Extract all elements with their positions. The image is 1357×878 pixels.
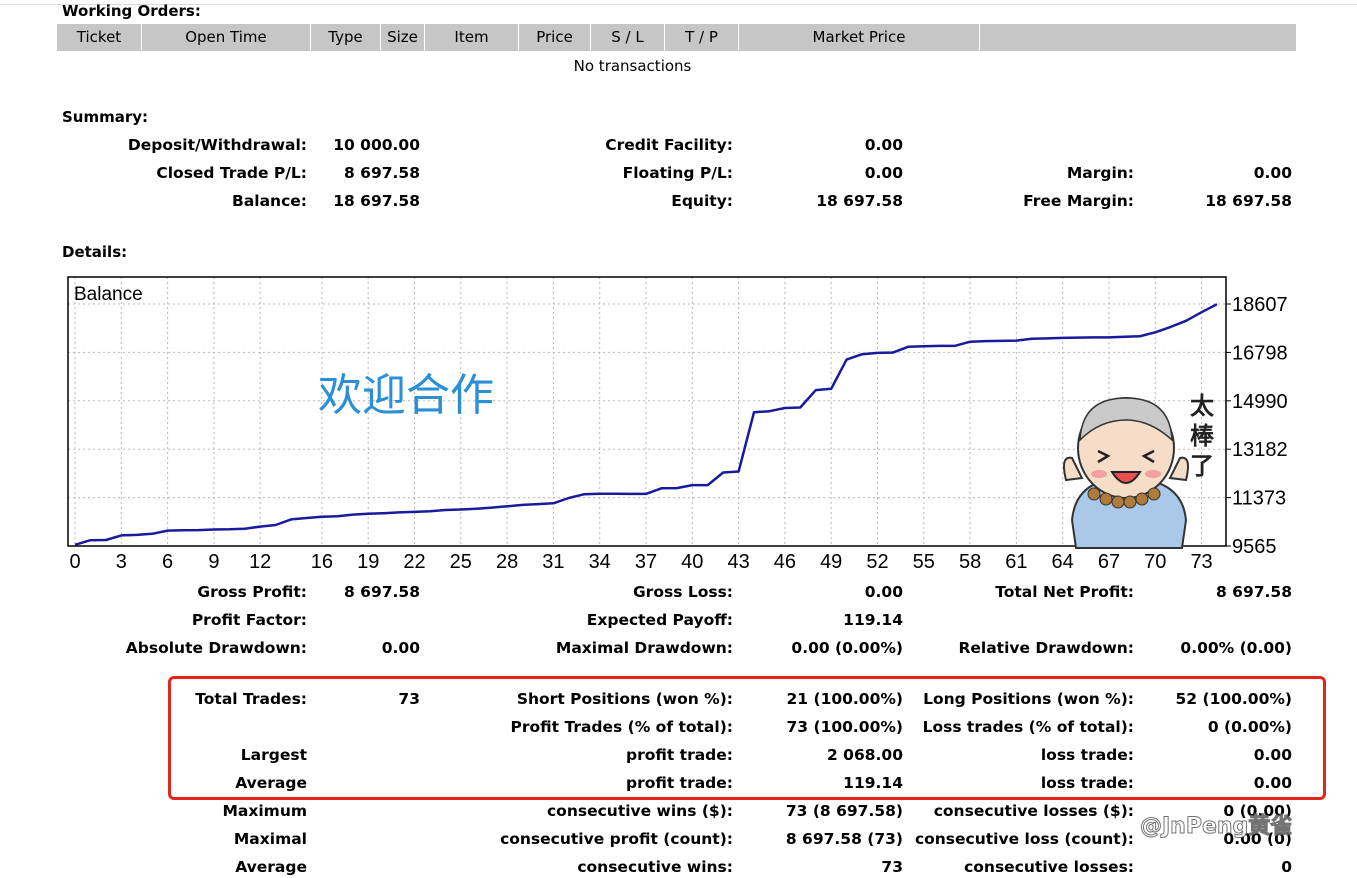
- gross-loss-value: 0.00: [864, 583, 903, 601]
- x-tick-label: 9: [208, 551, 219, 573]
- x-tick-label: 22: [403, 551, 425, 573]
- y-tick-label: 14990: [1232, 391, 1288, 413]
- x-tick-label: 0: [69, 551, 80, 573]
- consecutive-loss-label: consecutive loss (count):: [914, 830, 1134, 848]
- x-tick-label: 40: [681, 551, 703, 573]
- monk-sticker-icon: [1063, 397, 1189, 549]
- consecutive-wins-value: 73 (8 697.58): [785, 802, 903, 820]
- sticker-text: 太 棒 了: [1190, 392, 1222, 480]
- avg-consecutive-wins-value: 73: [881, 858, 903, 876]
- chart-title: Balance: [74, 284, 143, 305]
- x-tick-label: 19: [357, 551, 379, 573]
- x-tick-label: 34: [589, 551, 611, 573]
- consecutive-losses-label: consecutive losses ($):: [933, 802, 1134, 820]
- gross-profit-label: Gross Profit:: [197, 583, 307, 601]
- x-axis-ticks: 0 3 6 9 12 16 19 22 25 28 31 34 37 40 43 46 49 52 55 58 61 64…: [69, 551, 1212, 573]
- x-tick-label: 3: [116, 551, 127, 573]
- x-tick-label: 52: [866, 551, 888, 573]
- avg-consecutive-losses-label: consecutive losses:: [964, 858, 1134, 876]
- maximal-drawdown-label: Maximal Drawdown:: [555, 639, 733, 657]
- relative-drawdown-label: Relative Drawdown:: [958, 639, 1134, 657]
- x-tick-label: 61: [1005, 551, 1027, 573]
- consecutive-wins-label: consecutive wins ($):: [546, 802, 733, 820]
- expected-payoff-value: 119.14: [843, 611, 903, 629]
- x-tick-label: 64: [1052, 551, 1074, 573]
- x-tick-label: 55: [913, 551, 935, 573]
- x-tick-label: 46: [774, 551, 796, 573]
- x-tick-label: 6: [162, 551, 173, 573]
- x-tick-label: 31: [542, 551, 564, 573]
- total-net-profit-label: Total Net Profit:: [995, 583, 1134, 601]
- watermark-text: @JnPeng黄雀: [1139, 814, 1293, 840]
- x-tick-label: 73: [1190, 551, 1212, 573]
- absolute-drawdown-label: Absolute Drawdown:: [125, 639, 307, 657]
- maximum-label: Maximum: [222, 802, 307, 820]
- consecutive-profit-label: consecutive profit (count):: [500, 830, 733, 848]
- avg-consecutive-wins-label: consecutive wins:: [577, 858, 733, 876]
- balance-chart: Balance 18607 16798 14990 13182 11373 9565 0 3…: [67, 276, 1288, 573]
- maximal-drawdown-value: 0.00 (0.00%): [791, 639, 903, 657]
- overlay-text: 欢迎合作: [318, 370, 494, 421]
- chart-frame: [67, 276, 1227, 547]
- maximal-label: Maximal: [233, 830, 307, 848]
- x-tick-label: 12: [249, 551, 271, 573]
- expected-payoff-label: Expected Payoff:: [586, 611, 733, 629]
- x-tick-label: 28: [496, 551, 518, 573]
- x-tick-label: 25: [450, 551, 472, 573]
- highlight-box: [168, 676, 1326, 800]
- y-tick-label: 18607: [1232, 294, 1288, 316]
- x-tick-label: 67: [1098, 551, 1120, 573]
- absolute-drawdown-value: 0.00: [381, 639, 420, 657]
- x-tick-label: 16: [311, 551, 333, 573]
- total-net-profit-value: 8 697.58: [1216, 583, 1292, 601]
- y-tick-label: 16798: [1232, 342, 1288, 364]
- x-tick-label: 49: [820, 551, 842, 573]
- chart-grid: [68, 277, 1226, 547]
- x-tick-label: 70: [1144, 551, 1166, 573]
- relative-drawdown-value: 0.00% (0.00): [1180, 639, 1292, 657]
- x-tick-label: 43: [727, 551, 749, 573]
- y-tick-label: 9565: [1232, 536, 1277, 558]
- x-tick-label: 58: [959, 551, 981, 573]
- avg-consecutive-losses-value: 0: [1281, 858, 1292, 876]
- consecutive-profit-value: 8 697.58 (73): [785, 830, 903, 848]
- gross-profit-value: 8 697.58: [344, 583, 420, 601]
- y-tick-label: 11373: [1232, 488, 1286, 510]
- profit-factor-label: Profit Factor:: [191, 611, 307, 629]
- x-tick-label: 37: [635, 551, 657, 573]
- y-axis-ticks: 18607 16798 14990 13182 11373 9565: [1226, 294, 1288, 558]
- y-tick-label: 13182: [1232, 439, 1288, 461]
- gross-loss-label: Gross Loss:: [632, 583, 733, 601]
- average-consecutive-label: Average: [235, 858, 307, 876]
